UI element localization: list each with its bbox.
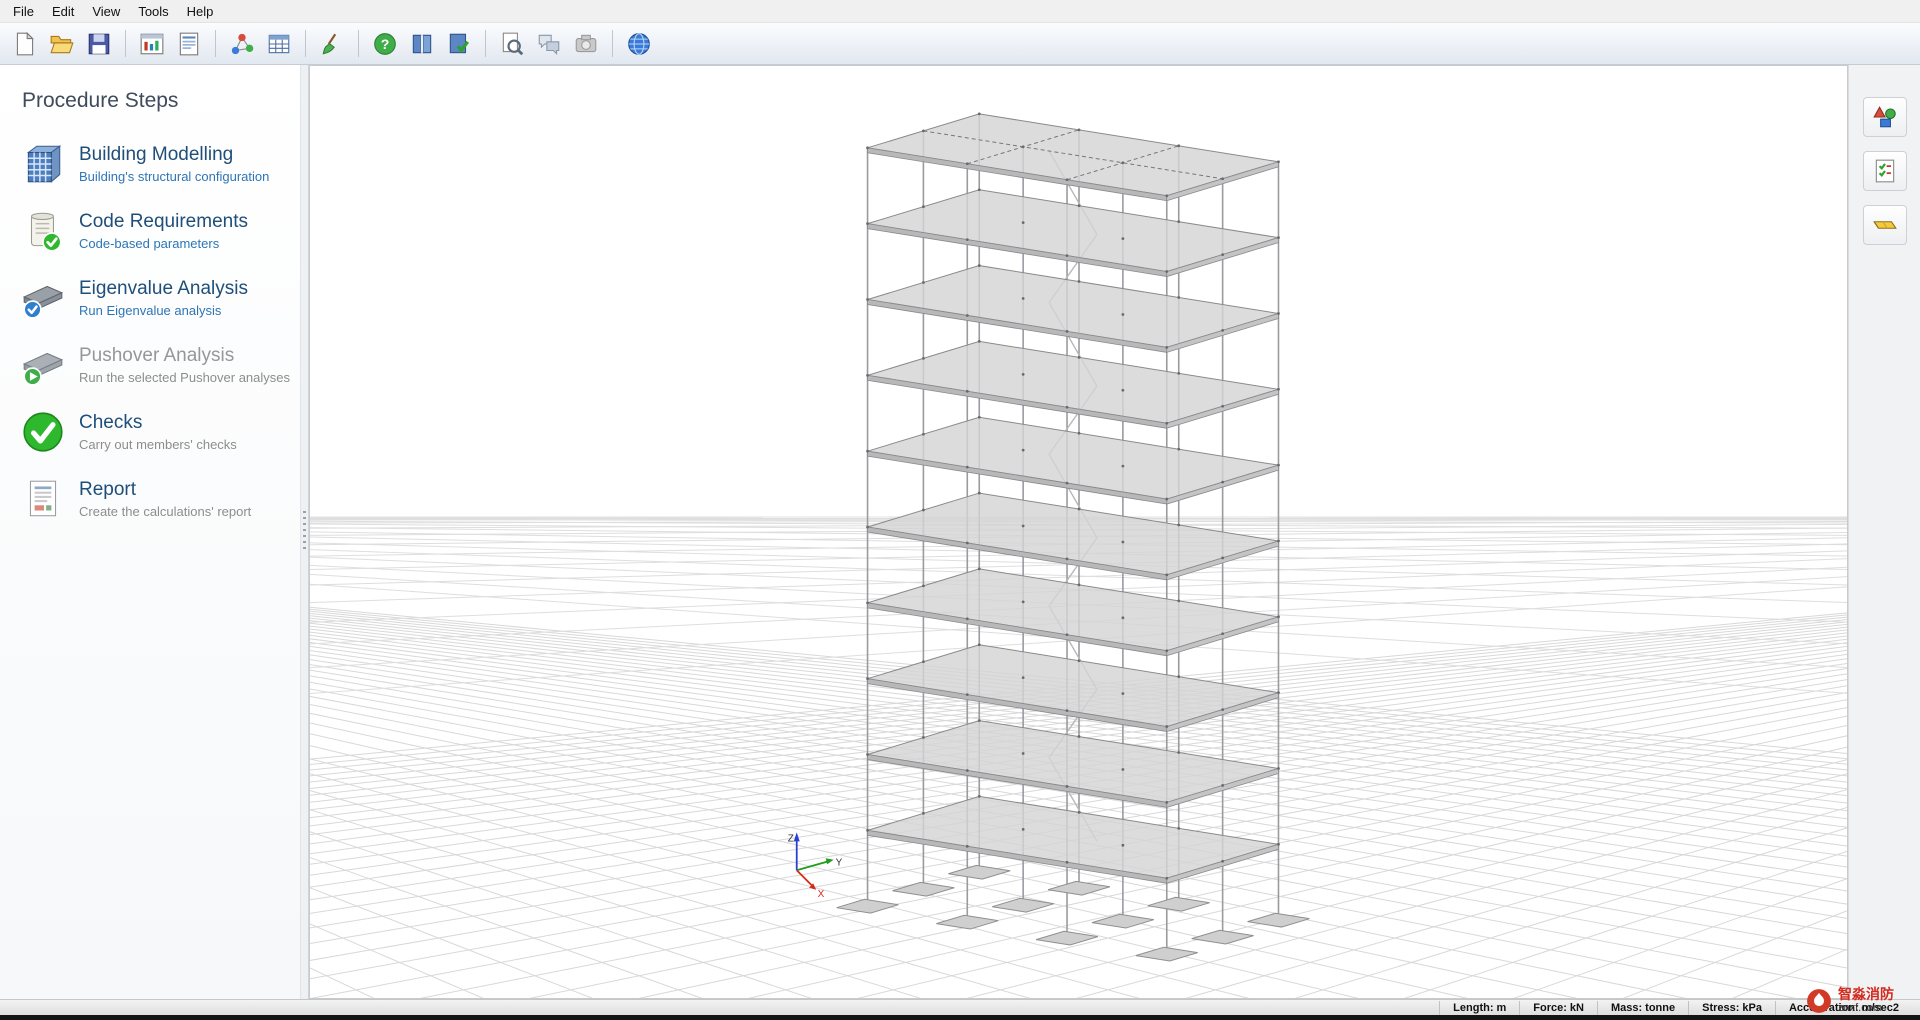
svg-text:?: ? bbox=[381, 35, 390, 51]
step-label: Eigenvalue Analysis bbox=[79, 278, 248, 300]
help-button[interactable]: ? bbox=[368, 27, 402, 61]
save-button[interactable] bbox=[82, 27, 116, 61]
axis-x-label: X bbox=[818, 889, 825, 900]
scroll-check-icon bbox=[20, 208, 66, 254]
procedure-steps-title: Procedure Steps bbox=[22, 89, 290, 113]
display-objects-icon bbox=[1872, 104, 1898, 130]
toolbar-separator bbox=[305, 30, 306, 57]
document-search-button[interactable] bbox=[495, 27, 529, 61]
step-eigenvalue-analysis[interactable]: Eigenvalue Analysis Run Eigenvalue analy… bbox=[20, 275, 290, 321]
new-document-button[interactable] bbox=[8, 27, 42, 61]
open-folder-button[interactable] bbox=[45, 27, 79, 61]
display-objects-button[interactable] bbox=[1863, 97, 1907, 137]
document-search-icon bbox=[499, 31, 525, 57]
axis-z-label: Z bbox=[788, 833, 794, 844]
status-bar: Length:m Force:kN Mass:tonne Stress:kPa … bbox=[0, 999, 1920, 1015]
snapshot-camera-button[interactable] bbox=[569, 27, 603, 61]
web-globe-button[interactable] bbox=[622, 27, 656, 61]
status-mass: Mass:tonne bbox=[1597, 1001, 1688, 1015]
step-checks[interactable]: Checks Carry out members' checks bbox=[20, 409, 290, 455]
data-table-icon bbox=[266, 31, 292, 57]
right-tool-panel bbox=[1848, 65, 1920, 999]
snapshot-camera-icon bbox=[573, 31, 599, 57]
step-building-modelling[interactable]: Building Modelling Building's structural… bbox=[20, 141, 290, 187]
user-manual-icon bbox=[409, 31, 435, 57]
slab-check-icon bbox=[20, 275, 66, 321]
menu-tools[interactable]: Tools bbox=[129, 2, 177, 21]
step-report[interactable]: Report Create the calculations' report bbox=[20, 476, 290, 522]
3d-scene-canvas[interactable]: Z Y X bbox=[310, 66, 1847, 998]
menu-view[interactable]: View bbox=[83, 2, 129, 21]
comments-icon bbox=[536, 31, 562, 57]
step-label: Pushover Analysis bbox=[79, 345, 290, 367]
new-document-icon bbox=[12, 31, 38, 57]
toolbar-separator bbox=[612, 30, 613, 57]
building-modeller-icon bbox=[139, 31, 165, 57]
report-preview-button[interactable] bbox=[172, 27, 206, 61]
eigenvalue-button[interactable] bbox=[225, 27, 259, 61]
procedure-steps-panel: Procedure Steps Building Modelling Build… bbox=[0, 65, 300, 999]
menu-file[interactable]: File bbox=[4, 2, 43, 21]
comments-button[interactable] bbox=[532, 27, 566, 61]
verification-book-icon bbox=[446, 31, 472, 57]
splitter-grip-icon bbox=[303, 511, 306, 553]
step-description: Carry out members' checks bbox=[79, 437, 237, 452]
toolbar-separator bbox=[358, 30, 359, 57]
report-preview-icon bbox=[176, 31, 202, 57]
save-icon bbox=[86, 31, 112, 57]
sidebar-splitter[interactable] bbox=[300, 65, 309, 999]
report-doc-icon bbox=[20, 476, 66, 522]
menu-bar: File Edit View Tools Help bbox=[0, 0, 1920, 23]
step-code-requirements[interactable]: Code Requirements Code-based parameters bbox=[20, 208, 290, 254]
help-icon: ? bbox=[372, 31, 398, 57]
section-beam-button[interactable] bbox=[1863, 205, 1907, 245]
step-pushover-analysis[interactable]: Pushover Analysis Run the selected Pusho… bbox=[20, 342, 290, 388]
eigenvalue-nodes-icon bbox=[229, 31, 255, 57]
toolbar-separator bbox=[485, 30, 486, 57]
watermark-title: 智淼消防 bbox=[1838, 987, 1894, 1002]
member-checks-button[interactable] bbox=[1863, 151, 1907, 191]
user-manual-button[interactable] bbox=[405, 27, 439, 61]
building-icon bbox=[20, 141, 66, 187]
toolbar-separator bbox=[125, 30, 126, 57]
step-description: Code-based parameters bbox=[79, 236, 248, 251]
status-length: Length:m bbox=[1439, 1001, 1519, 1015]
data-table-button[interactable] bbox=[262, 27, 296, 61]
section-beam-icon bbox=[1872, 212, 1898, 238]
step-label: Checks bbox=[79, 412, 237, 434]
menu-edit[interactable]: Edit bbox=[43, 2, 83, 21]
status-stress: Stress:kPa bbox=[1688, 1001, 1775, 1015]
step-label: Code Requirements bbox=[79, 211, 248, 233]
slab-run-icon bbox=[20, 342, 66, 388]
member-checks-icon bbox=[1872, 158, 1898, 184]
verification-book-button[interactable] bbox=[442, 27, 476, 61]
step-description: Run the selected Pushover analyses bbox=[79, 370, 290, 385]
menu-help[interactable]: Help bbox=[178, 2, 223, 21]
step-description: Create the calculations' report bbox=[79, 504, 251, 519]
toolbar-separator bbox=[215, 30, 216, 57]
3d-viewport[interactable]: Z Y X bbox=[309, 65, 1848, 999]
watermark-subtitle: znxf.com bbox=[1838, 1002, 1894, 1014]
vendor-logo-icon bbox=[1806, 988, 1832, 1014]
step-label: Building Modelling bbox=[79, 144, 269, 166]
step-description: Building's structural configuration bbox=[79, 169, 269, 184]
building-model bbox=[837, 113, 1310, 961]
main-toolbar: ? bbox=[0, 23, 1920, 65]
clean-brush-icon bbox=[319, 31, 345, 57]
web-globe-icon bbox=[626, 31, 652, 57]
building-modeller-button[interactable] bbox=[135, 27, 169, 61]
green-check-icon bbox=[20, 409, 66, 455]
step-description: Run Eigenvalue analysis bbox=[79, 303, 248, 318]
status-force: Force:kN bbox=[1519, 1001, 1597, 1015]
vendor-watermark: 智淼消防 znxf.com bbox=[1806, 987, 1894, 1014]
clean-brush-button[interactable] bbox=[315, 27, 349, 61]
open-folder-icon bbox=[49, 31, 75, 57]
step-label: Report bbox=[79, 479, 251, 501]
axis-y-label: Y bbox=[836, 857, 843, 868]
